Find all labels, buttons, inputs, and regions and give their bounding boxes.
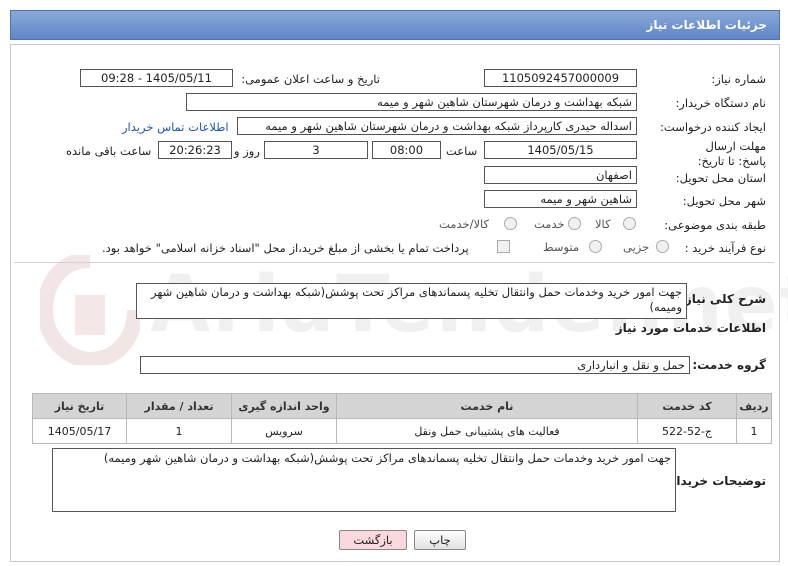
service-group-label: گروه خدمت: [692, 358, 766, 372]
service-group-field: حمل و نقل و انبارداری [140, 356, 690, 374]
creator-field: اسداله حیدری کارپرداز شبکه بهداشت و درما… [237, 117, 637, 135]
days-label: روز و [234, 144, 260, 158]
page-title: جزئیات اطلاعات نیاز [646, 18, 767, 32]
column-header: تعداد / مقدار [126, 393, 232, 419]
process-medium-label: متوسط [543, 240, 580, 254]
category-goods-radio[interactable] [623, 217, 636, 230]
column-header: کد خدمت [637, 393, 737, 419]
services-section-title: اطلاعات خدمات مورد نیاز [615, 321, 766, 335]
category-label: طبقه بندی موضوعی: [664, 218, 766, 232]
deadline-time-field: 08:00 [372, 141, 441, 159]
column-header: تاریخ نیاز [32, 393, 127, 419]
table-cell: ج-52-522 [637, 418, 737, 444]
treasury-payment-note: پرداخت تمام یا بخشی از مبلغ خرید،از محل … [102, 241, 469, 255]
table-cell: 1 [126, 418, 232, 444]
announce-datetime-field: 1405/05/11 - 09:28 [80, 69, 233, 87]
announce-datetime-label: تاریخ و ساعت اعلان عمومی: [241, 72, 380, 86]
table-row: 1 ج-52-522 فعالیت های پشتیبانی حمل ونقل … [32, 418, 772, 444]
treasury-payment-checkbox[interactable] [497, 240, 510, 253]
remaining-time-label: ساعت باقی مانده [66, 144, 152, 158]
days-remaining-field: 3 [264, 141, 368, 159]
deadline-label: مهلت ارسال پاسخ: تا تاریخ: [697, 139, 766, 168]
city-label: شهر محل تحویل: [682, 194, 766, 208]
category-service-label: خدمت [534, 217, 565, 231]
deadline-date-field: 1405/05/15 [484, 141, 637, 159]
divider [14, 262, 774, 263]
buyer-org-field: شبکه بهداشت و درمان شهرستان شاهین شهر و … [186, 93, 637, 111]
column-header: ردیف [736, 393, 772, 419]
need-number-label: شماره نیاز: [711, 72, 766, 86]
page-header: جزئیات اطلاعات نیاز [10, 10, 780, 40]
summary-text: جهت امور خرید وخدمات حمل وانتقال تخلیه پ… [136, 283, 687, 319]
summary-label: شرح کلی نیاز: [680, 292, 766, 306]
buyer-contact-link[interactable]: اطلاعات تماس خریدار [122, 120, 229, 134]
print-button[interactable]: چاپ [414, 530, 466, 550]
process-minor-radio[interactable] [656, 240, 669, 253]
category-service-radio[interactable] [568, 217, 581, 230]
buyer-notes-text: جهت امور خرید وخدمات حمل وانتقال تخلیه پ… [52, 448, 676, 512]
category-goods-service-radio[interactable] [504, 217, 517, 230]
category-goods-service-label: کالا/خدمت [439, 217, 490, 231]
column-header: واحد اندازه گیری [231, 393, 337, 419]
buyer-org-label: نام دستگاه خریدار: [675, 96, 766, 110]
process-type-label: نوع فرآیند خرید : [684, 241, 766, 255]
column-header: نام خدمت [336, 393, 638, 419]
province-label: استان محل تحویل: [675, 171, 766, 185]
category-goods-label: کالا [595, 217, 611, 231]
table-cell: 1 [736, 418, 772, 444]
back-button[interactable]: بازگشت [339, 530, 407, 550]
creator-label: ایجاد کننده درخواست: [660, 120, 766, 134]
need-number-field: 1105092457000009 [484, 69, 637, 87]
remaining-time-field: 20:26:23 [158, 141, 232, 159]
process-minor-label: جزیی [623, 240, 650, 254]
services-table: ردیف کد خدمت نام خدمت واحد اندازه گیری ت… [32, 393, 772, 444]
deadline-time-label: ساعت [446, 144, 478, 158]
process-medium-radio[interactable] [589, 240, 602, 253]
province-field: اصفهان [484, 166, 637, 184]
table-cell: سرویس [231, 418, 337, 444]
table-header-row: ردیف کد خدمت نام خدمت واحد اندازه گیری ت… [32, 393, 772, 419]
table-cell: 1405/05/17 [32, 418, 127, 444]
table-cell: فعالیت های پشتیبانی حمل ونقل [336, 418, 638, 444]
buyer-notes-label: توضیحات خریدار: [664, 474, 766, 488]
city-field: شاهین شهر و میمه [484, 190, 637, 208]
